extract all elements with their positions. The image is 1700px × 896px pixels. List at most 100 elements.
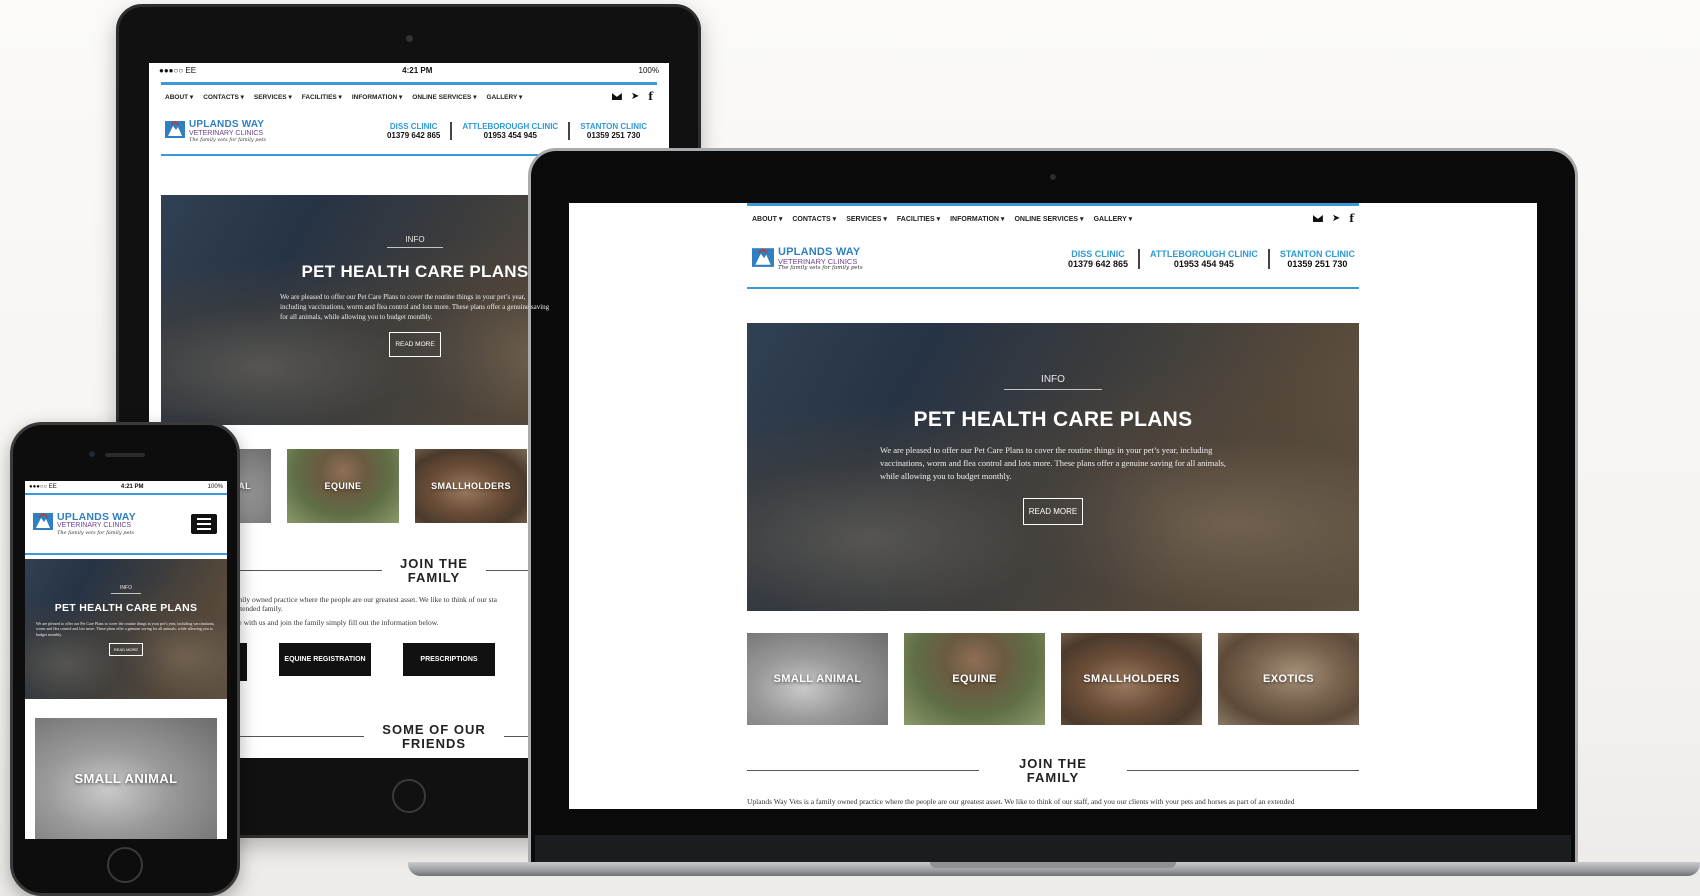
tile-smallholders[interactable]: SMALLHOLDERS xyxy=(1061,633,1202,725)
nav-contacts[interactable]: CONTACTS ▾ xyxy=(203,93,244,101)
clinic-diss[interactable]: DISS CLINIC 01379 642 865 xyxy=(1058,249,1138,269)
mail-icon[interactable] xyxy=(611,93,622,100)
tablet-nav-bar: ABOUT ▾ CONTACTS ▾ SERVICES ▾ FACILITIES… xyxy=(161,82,657,108)
nav-about[interactable]: ABOUT ▾ xyxy=(752,215,782,223)
nav-facilities[interactable]: FACILITIES ▾ xyxy=(897,215,940,223)
prescriptions-button[interactable]: PRESCRIPTIONS xyxy=(403,643,495,676)
status-carrier: ●●●○○ EE xyxy=(29,484,57,490)
join-title-2: FAMILY xyxy=(407,569,461,585)
tablet-home-button[interactable] xyxy=(391,779,426,813)
tile-exotics[interactable]: EXOTICS xyxy=(1218,633,1359,725)
laptop-site-header: UPLANDS WAY VETERINARY CLINICS The famil… xyxy=(747,231,1359,289)
site-logo[interactable]: UPLANDS WAY VETERINARY CLINICS The famil… xyxy=(752,245,863,272)
tile-small-animal[interactable]: SMALL ANIMAL xyxy=(35,718,217,839)
tablet-status-bar: ●●●○○ EE 4:21 PM 100% xyxy=(149,63,669,77)
nav-services[interactable]: SERVICES ▾ xyxy=(846,215,887,223)
nav-information[interactable]: INFORMATION ▾ xyxy=(352,93,402,101)
social-links: ➤ f xyxy=(611,91,653,102)
friends-title-1: SOME OF OUR xyxy=(382,722,486,737)
logo-tagline: The family vets for family pets xyxy=(189,136,266,143)
hero-title: PET HEALTH CARE PLANS xyxy=(54,602,198,614)
hero-divider xyxy=(387,247,443,248)
hero-eyebrow: INFO xyxy=(1041,374,1065,385)
laptop-service-tiles: SMALL ANIMAL EQUINE SMALLHOLDERS EXOTICS xyxy=(747,633,1359,725)
tile-small-animal[interactable]: SMALL ANIMAL xyxy=(747,633,888,725)
hero-read-more-button[interactable]: READ MORE xyxy=(108,643,144,657)
logo-line-1: UPLANDS WAY xyxy=(778,245,861,258)
tablet-camera xyxy=(405,35,413,42)
laptop-device: ABOUT ▾ CONTACTS ▾ SERVICES ▾ FACILITIES… xyxy=(528,148,1578,868)
hero-divider xyxy=(111,593,141,594)
hero-read-more-button[interactable]: READ MORE xyxy=(389,332,441,358)
logo-tagline: The family vets for family pets xyxy=(778,265,863,271)
hero-body: We are pleased to offer our Pet Care Pla… xyxy=(280,293,550,322)
logo-line-1: UPLANDS WAY xyxy=(189,118,265,130)
phone-home-button[interactable] xyxy=(107,847,143,883)
clinic-attleborough[interactable]: ATTLEBOROUGH CLINIC 01953 454 945 xyxy=(1138,249,1268,269)
friends-title-2: FRIENDS xyxy=(401,735,467,751)
phone-site-header: UPLANDS WAY VETERINARY CLINICS The famil… xyxy=(25,493,227,555)
join-title-2: FAMILY xyxy=(1026,769,1080,785)
facebook-icon[interactable]: f xyxy=(1349,213,1354,224)
clinic-list: DISS CLINIC 01379 642 865 ATTLEBOROUGH C… xyxy=(1058,249,1359,269)
status-carrier: ●●●○○ EE xyxy=(159,65,197,75)
tile-equine[interactable]: EQUINE xyxy=(287,449,399,523)
hero-eyebrow: INFO xyxy=(120,585,132,591)
logo-line-2: VETERINARY CLINICS xyxy=(189,129,264,137)
social-links: ➤ f xyxy=(1312,213,1354,224)
nav-information[interactable]: INFORMATION ▾ xyxy=(950,215,1004,223)
hero-title: PET HEALTH CARE PLANS xyxy=(913,408,1193,431)
join-title-1: JOIN THE xyxy=(400,556,468,571)
join-title-1: JOIN THE xyxy=(1019,756,1087,771)
hero-read-more-button[interactable]: READ MORE xyxy=(1022,498,1084,526)
logo-animals-icon xyxy=(165,120,185,138)
clinic-stanton[interactable]: STANTON CLINIC 01359 251 730 xyxy=(1267,249,1359,269)
clinic-diss[interactable]: DISS CLINIC 01379 642 865 xyxy=(377,122,450,140)
site-logo[interactable]: UPLANDS WAY VETERINARY CLINICS The famil… xyxy=(165,118,266,143)
laptop-camera xyxy=(1050,174,1056,180)
phone-status-bar: ●●●○○ EE 4:21 PM 100% xyxy=(25,481,227,493)
nav-online-services[interactable]: ONLINE SERVICES ▾ xyxy=(412,93,476,101)
clinic-list: DISS CLINIC 01379 642 865 ATTLEBOROUGH C… xyxy=(377,122,657,140)
phone-speaker xyxy=(105,453,145,457)
site-logo[interactable]: UPLANDS WAY VETERINARY CLINICS The famil… xyxy=(33,512,136,537)
tablet-join-text-2: extended family. xyxy=(233,604,283,613)
equine-registration-button[interactable]: EQUINE REGISTRATION xyxy=(279,643,371,676)
nav-gallery[interactable]: GALLERY ▾ xyxy=(1094,215,1133,223)
facebook-icon[interactable]: f xyxy=(648,91,653,102)
tablet-join-text-1: amily owned practice where the people ar… xyxy=(233,595,497,604)
status-battery: 100% xyxy=(207,484,223,490)
nav-online-services[interactable]: ONLINE SERVICES ▾ xyxy=(1014,215,1083,223)
phone-device: ●●●○○ EE 4:21 PM 100% UPLANDS WAY VETERI… xyxy=(10,422,240,896)
join-text: Uplands Way Vets is a family owned pract… xyxy=(747,797,1295,806)
phone-screen: ●●●○○ EE 4:21 PM 100% UPLANDS WAY VETERI… xyxy=(25,481,227,839)
nav-about[interactable]: ABOUT ▾ xyxy=(165,93,193,101)
phone-hero-banner: INFO PET HEALTH CARE PLANS We are please… xyxy=(25,559,227,699)
nav-facilities[interactable]: FACILITIES ▾ xyxy=(302,93,342,101)
clinic-stanton[interactable]: STANTON CLINIC 01359 251 730 xyxy=(568,122,657,140)
nav-gallery[interactable]: GALLERY ▾ xyxy=(486,93,522,101)
laptop-nav-bar: ABOUT ▾ CONTACTS ▾ SERVICES ▾ FACILITIES… xyxy=(747,203,1359,231)
laptop-screen: ABOUT ▾ CONTACTS ▾ SERVICES ▾ FACILITIES… xyxy=(569,203,1537,809)
tablet-join-text-3: rse with us and join the family simply f… xyxy=(233,618,439,627)
laptop-join-heading: JOIN THE FAMILY xyxy=(747,757,1359,784)
status-battery: 100% xyxy=(638,65,659,75)
clinic-attleborough[interactable]: ATTLEBOROUGH CLINIC 01953 454 945 xyxy=(450,122,568,140)
mail-icon[interactable] xyxy=(1312,215,1323,222)
laptop-hero-banner: INFO PET HEALTH CARE PLANS We are please… xyxy=(747,323,1359,611)
tile-smallholders[interactable]: SMALLHOLDERS xyxy=(415,449,527,523)
twitter-icon[interactable]: ➤ xyxy=(1332,213,1340,224)
status-time: 4:21 PM xyxy=(402,65,433,75)
logo-tagline: The family vets for family pets xyxy=(57,530,134,537)
twitter-icon[interactable]: ➤ xyxy=(631,91,639,102)
logo-animals-icon xyxy=(752,247,774,267)
hamburger-menu-icon[interactable] xyxy=(191,514,217,534)
tile-equine[interactable]: EQUINE xyxy=(904,633,1045,725)
status-time: 4:21 PM xyxy=(120,484,144,490)
nav-contacts[interactable]: CONTACTS ▾ xyxy=(792,215,836,223)
nav-services[interactable]: SERVICES ▾ xyxy=(254,93,292,101)
laptop-bezel-bottom xyxy=(535,835,1571,863)
logo-line-1: UPLANDS WAY xyxy=(57,510,136,523)
laptop-opening-notch xyxy=(930,862,1176,868)
logo-line-2: VETERINARY CLINICS xyxy=(57,522,132,530)
